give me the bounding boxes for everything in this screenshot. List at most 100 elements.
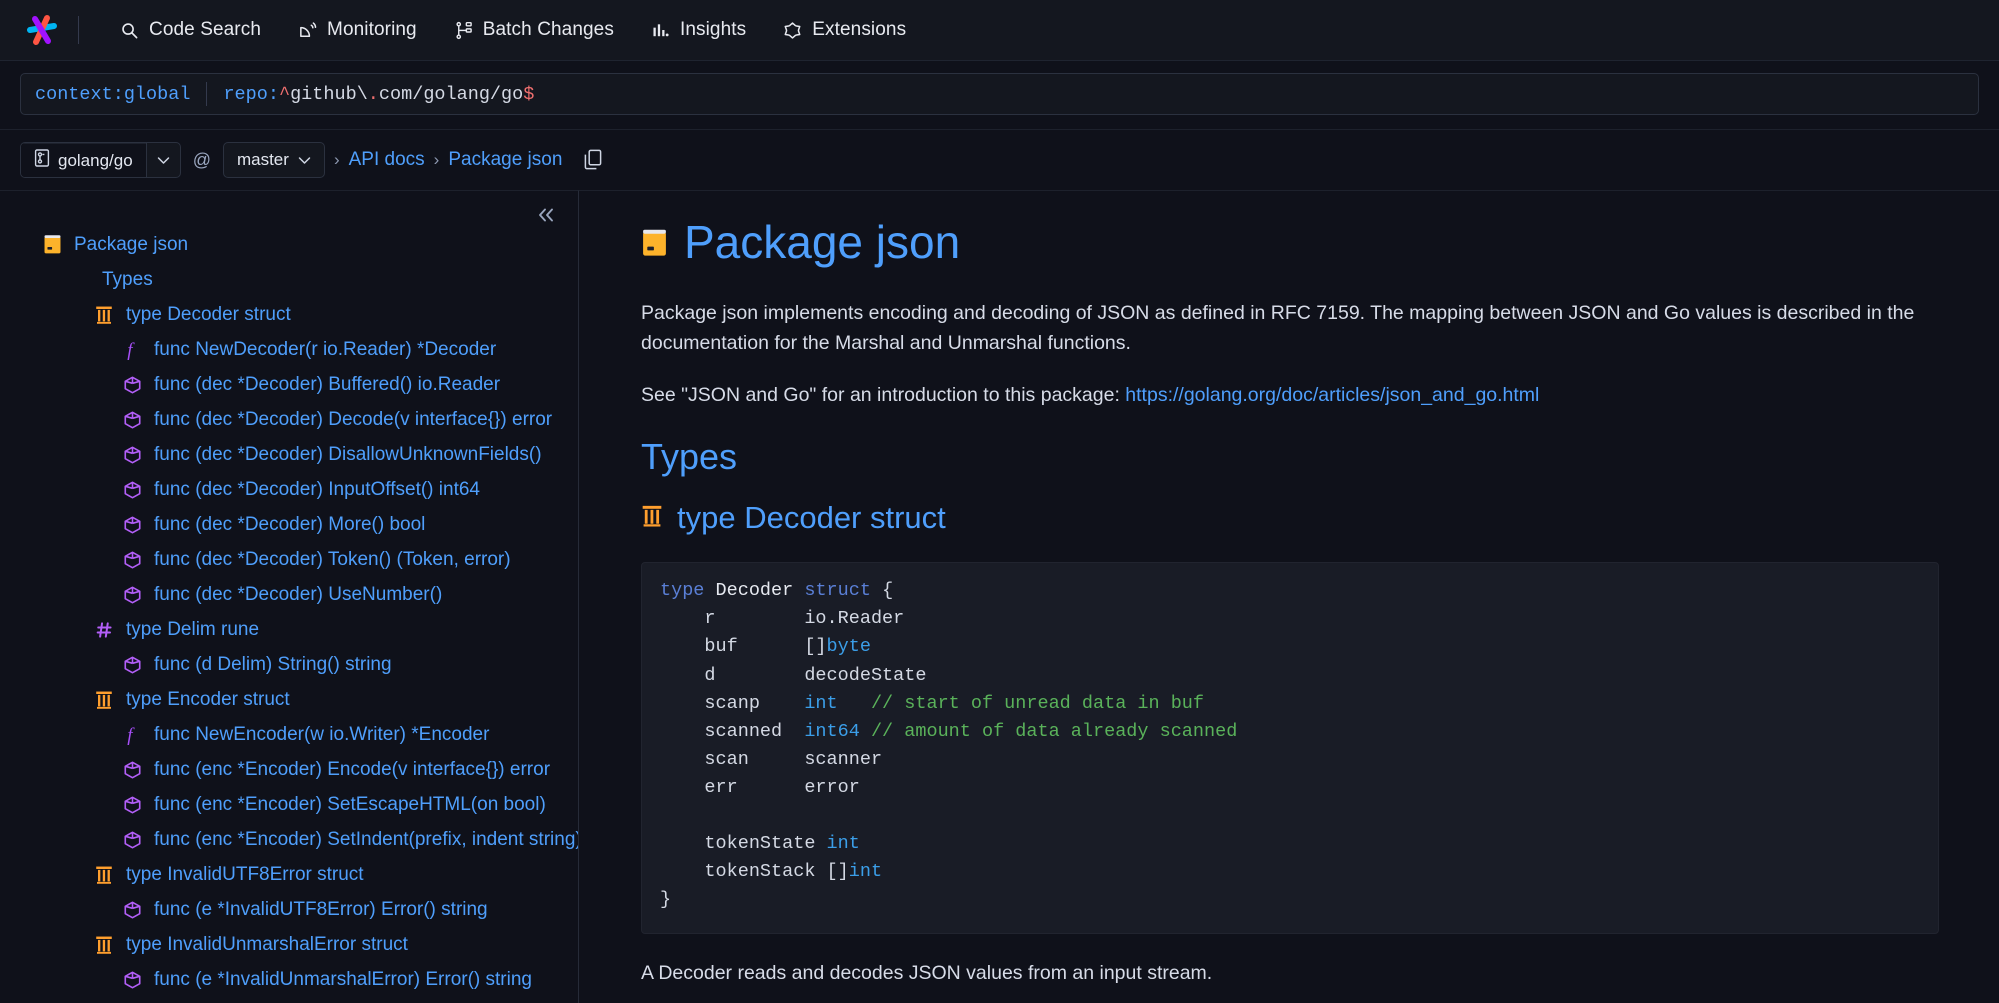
method-icon (120, 760, 144, 780)
nav-item-extensions[interactable]: Extensions (764, 11, 924, 49)
search-icon (119, 20, 140, 41)
breadcrumb-separator-2: › (434, 150, 440, 170)
sidebar-tree-item[interactable]: type Delim rune (0, 612, 578, 647)
page-title-text: Package json (684, 217, 960, 268)
sidebar-tree-item-label: func (d Delim) String() string (154, 654, 392, 676)
nav-item-label: Code Search (149, 19, 261, 41)
sidebar-tree-item[interactable]: type InvalidUnmarshalError struct (0, 927, 578, 962)
code-line (660, 802, 1920, 830)
method-icon (120, 655, 144, 675)
sidebar-tree-item-label: Types (102, 269, 153, 291)
breadcrumb-separator-1: › (334, 150, 340, 170)
code-token: Decoder (716, 580, 805, 601)
search-input[interactable]: context:global repo:^github\.com/golang/… (20, 73, 1979, 115)
nav-item-list: Code Search Monitoring Ba (101, 11, 924, 49)
query-field: repo: (223, 84, 279, 105)
code-token: error (804, 777, 860, 798)
at-separator: @ (193, 150, 211, 171)
code-token: scan (660, 749, 804, 770)
top-navigation-bar: Code Search Monitoring Ba (0, 0, 1999, 61)
git-repository-icon (34, 149, 50, 172)
sidebar-tree-item[interactable]: type Decoder struct (0, 297, 578, 332)
code-token: io.Reader (804, 608, 904, 629)
batch-changes-icon (453, 20, 474, 41)
sidebar-tree-item-label: type InvalidUTF8Error struct (126, 864, 364, 886)
sidebar-tree-item[interactable]: func (dec *Decoder) Buffered() io.Reader (0, 367, 578, 402)
code-token: scanned (660, 721, 804, 742)
code-token: decodeState (804, 665, 926, 686)
sidebar-tree-item[interactable]: func (enc *Encoder) SetEscapeHTML(on boo… (0, 787, 578, 822)
code-line: scan scanner (660, 746, 1920, 774)
sidebar-tree-item[interactable]: func (dec *Decoder) Decode(v interface{}… (0, 402, 578, 437)
struct-icon (92, 935, 116, 955)
package-icon (641, 217, 668, 268)
copy-path-icon[interactable] (580, 147, 606, 173)
decoder-struct-heading-text: type Decoder struct (677, 500, 946, 536)
breadcrumb-item-package-json[interactable]: Package json (448, 149, 562, 171)
sidebar-tree-item[interactable]: func (e *InvalidUTF8Error) Error() strin… (0, 892, 578, 927)
sidebar-tree-item-label: type Decoder struct (126, 304, 291, 326)
sidebar-tree-item[interactable]: func (dec *Decoder) InputOffset() int64 (0, 472, 578, 507)
sidebar-tree-item[interactable]: ffunc NewEncoder(w io.Writer) *Encoder (0, 717, 578, 752)
reference-prefix: See "JSON and Go" for an introduction to… (641, 384, 1125, 406)
query-dollar: $ (523, 84, 534, 105)
code-token: int (804, 693, 837, 714)
sidebar-tree-item[interactable]: Package json (0, 227, 578, 262)
sidebar-tree-item[interactable]: func (enc *Encoder) SetIndent(prefix, in… (0, 822, 578, 857)
sidebar-tree-item-label: func (dec *Decoder) UseNumber() (154, 584, 442, 606)
repo-button[interactable]: golang/go (21, 143, 146, 177)
decoder-struct-heading: type Decoder struct (641, 500, 1939, 536)
sidebar-tree-item[interactable]: func (dec *Decoder) UseNumber() (0, 577, 578, 612)
sidebar-tree-item[interactable]: func (d Delim) String() string (0, 647, 578, 682)
sidebar-tree-item[interactable]: func (dec *Decoder) Token() (Token, erro… (0, 542, 578, 577)
search-query-text[interactable]: repo:^github\.com/golang/go$ (223, 84, 534, 105)
sidebar-tree-item[interactable]: func (e *InvalidUnmarshalError) Error() … (0, 962, 578, 997)
nav-item-monitoring[interactable]: Monitoring (279, 11, 435, 49)
nav-item-insights[interactable]: Insights (632, 11, 764, 49)
sidebar-tree-item[interactable]: ffunc NewDecoder(r io.Reader) *Decoder (0, 332, 578, 367)
code-token: // start of unread data in buf (871, 693, 1204, 714)
method-icon (120, 480, 144, 500)
sidebar-tree-item[interactable]: func (enc *Encoder) Encode(v interface{}… (0, 752, 578, 787)
sidebar-tree-item[interactable]: type InvalidUTF8Error struct (0, 857, 578, 892)
code-token: r (660, 608, 804, 629)
sidebar-tree-item[interactable]: Types (0, 262, 578, 297)
method-icon (120, 900, 144, 920)
code-token: tokenStack [] (660, 861, 849, 882)
revision-selector[interactable]: master (223, 142, 325, 178)
json-and-go-link[interactable]: https://golang.org/doc/articles/json_and… (1125, 384, 1539, 406)
sidebar-tree-item-label: func (dec *Decoder) DisallowUnknownField… (154, 444, 542, 466)
repo-selector[interactable]: golang/go (20, 142, 181, 178)
code-line: d decodeState (660, 662, 1920, 690)
decoder-description: A Decoder reads and decodes JSON values … (641, 962, 1939, 985)
code-token: d (660, 665, 804, 686)
nav-item-label: Batch Changes (483, 19, 614, 41)
sidebar-tree-item[interactable]: func (dec *Decoder) More() bool (0, 507, 578, 542)
nav-item-batch-changes[interactable]: Batch Changes (435, 11, 632, 49)
search-context-chip[interactable]: context:global (35, 84, 190, 105)
sidebar-tree-item[interactable]: func (dec *Decoder) DisallowUnknownField… (0, 437, 578, 472)
documentation-panel: Package json Package json implements enc… (579, 190, 1999, 1003)
sidebar-tree-item-label: func (enc *Encoder) Encode(v interface{}… (154, 759, 550, 781)
nav-item-label: Extensions (812, 19, 906, 41)
breadcrumb-item-api-docs[interactable]: API docs (349, 149, 425, 171)
sidebar-tree-item-label: func (enc *Encoder) SetIndent(prefix, in… (154, 829, 578, 851)
decoder-struct-code-block: type Decoder struct { r io.Reader buf []… (641, 562, 1939, 933)
collapse-chevrons-icon[interactable] (532, 201, 560, 229)
nav-divider (78, 16, 79, 44)
query-escaped-dot: . (368, 84, 379, 105)
code-token: buf (660, 636, 804, 657)
code-token: struct (804, 580, 871, 601)
types-section-heading: Types (641, 436, 1939, 478)
nav-item-code-search[interactable]: Code Search (101, 11, 279, 49)
repo-dropdown-chevron-down-icon[interactable] (146, 143, 180, 177)
method-icon (120, 375, 144, 395)
code-token (838, 693, 871, 714)
sidebar-tree-item-label: func (dec *Decoder) Buffered() io.Reader (154, 374, 500, 396)
sourcegraph-logo[interactable] (20, 8, 64, 52)
query-literal-2: com/golang/go (379, 84, 523, 105)
sidebar-tree-item-label: func (enc *Encoder) SetEscapeHTML(on boo… (154, 794, 546, 816)
sidebar-tree-item-label: func NewEncoder(w io.Writer) *Encoder (154, 724, 489, 746)
sidebar-tree-item[interactable]: type Encoder struct (0, 682, 578, 717)
method-icon (120, 795, 144, 815)
